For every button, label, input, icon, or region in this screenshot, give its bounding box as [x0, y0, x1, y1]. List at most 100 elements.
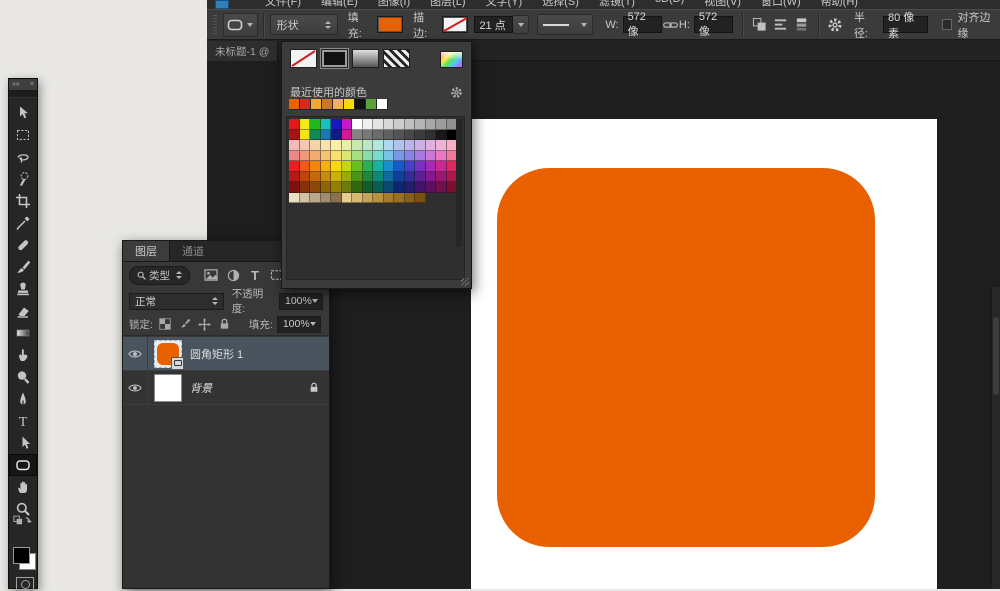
- color-swatch[interactable]: [300, 119, 311, 130]
- fill-type-gradient-button[interactable]: [352, 49, 379, 68]
- color-swatch[interactable]: [373, 182, 384, 193]
- color-swatch[interactable]: [321, 140, 332, 151]
- path-alignment-button[interactable]: [770, 14, 791, 36]
- color-swatch[interactable]: [310, 140, 321, 151]
- color-swatch[interactable]: [289, 172, 300, 183]
- color-swatch[interactable]: [415, 119, 426, 130]
- layer-visibility-eye-icon[interactable]: [123, 337, 148, 370]
- rectangular-marquee-tool[interactable]: [9, 124, 37, 146]
- color-swatch[interactable]: [342, 140, 353, 151]
- recent-color-swatch[interactable]: [289, 99, 300, 110]
- color-swatch[interactable]: [342, 182, 353, 193]
- recent-color-swatch[interactable]: [311, 99, 322, 110]
- color-swatch[interactable]: [300, 130, 311, 141]
- color-swatch[interactable]: [310, 130, 321, 141]
- color-swatch[interactable]: [405, 172, 416, 183]
- color-swatch[interactable]: [352, 151, 363, 162]
- color-swatch[interactable]: [384, 161, 395, 172]
- color-swatch[interactable]: [342, 172, 353, 183]
- color-swatch[interactable]: [310, 172, 321, 183]
- color-swatch[interactable]: [405, 140, 416, 151]
- color-swatch[interactable]: [436, 182, 447, 193]
- color-swatch[interactable]: [415, 151, 426, 162]
- menu-item[interactable]: 文字(Y): [486, 0, 523, 9]
- layer-thumbnail[interactable]: [154, 374, 182, 402]
- color-swatch[interactable]: [352, 193, 363, 204]
- color-swatch[interactable]: [342, 119, 353, 130]
- menu-item[interactable]: 窗口(W): [761, 0, 801, 9]
- smudge-tool[interactable]: [9, 344, 37, 366]
- color-swatch[interactable]: [289, 151, 300, 162]
- blend-mode-dropdown[interactable]: 正常: [129, 293, 224, 310]
- spot-healing-brush-tool[interactable]: [9, 234, 37, 256]
- brush-tool[interactable]: [9, 256, 37, 278]
- path-arrangement-button[interactable]: [791, 14, 812, 36]
- color-swatch[interactable]: [331, 119, 342, 130]
- color-swatch[interactable]: [310, 161, 321, 172]
- color-swatch[interactable]: [394, 161, 405, 172]
- close-panel-icon[interactable]: ×: [30, 81, 34, 88]
- color-swatch[interactable]: [415, 182, 426, 193]
- panel-resize-grip[interactable]: [461, 278, 469, 286]
- color-swatch[interactable]: [436, 172, 447, 183]
- filter-pixel-layers-icon[interactable]: [200, 264, 222, 286]
- color-swatch[interactable]: [363, 193, 374, 204]
- panel-settings-gear-icon[interactable]: [450, 86, 463, 99]
- color-swatch[interactable]: [384, 151, 395, 162]
- color-swatch[interactable]: [394, 130, 405, 141]
- color-swatch[interactable]: [373, 140, 384, 151]
- color-swatch[interactable]: [384, 130, 395, 141]
- recent-color-swatch[interactable]: [300, 99, 311, 110]
- lasso-tool[interactable]: [9, 146, 37, 168]
- panel-tab-channels[interactable]: 通道: [170, 241, 216, 261]
- color-swatch[interactable]: [373, 151, 384, 162]
- color-swatch[interactable]: [384, 172, 395, 183]
- vertical-scrollbar[interactable]: [991, 287, 1000, 589]
- color-swatch[interactable]: [436, 161, 447, 172]
- color-swatch[interactable]: [405, 193, 416, 204]
- recent-color-swatch[interactable]: [344, 99, 355, 110]
- color-swatch[interactable]: [394, 182, 405, 193]
- color-picker-rainbow-button[interactable]: [440, 51, 463, 68]
- color-swatch[interactable]: [426, 161, 437, 172]
- color-swatch[interactable]: [384, 182, 395, 193]
- color-swatch[interactable]: [363, 130, 374, 141]
- color-swatch[interactable]: [394, 140, 405, 151]
- color-swatch[interactable]: [321, 161, 332, 172]
- layer-thumbnail[interactable]: [154, 340, 182, 368]
- color-swatch[interactable]: [321, 172, 332, 183]
- color-swatch[interactable]: [405, 151, 416, 162]
- color-swatch[interactable]: [289, 119, 300, 130]
- color-swatch[interactable]: [373, 130, 384, 141]
- menu-item[interactable]: 视图(V): [704, 0, 741, 9]
- color-swatch[interactable]: [436, 119, 447, 130]
- color-swatch[interactable]: [352, 140, 363, 151]
- color-swatch[interactable]: [289, 130, 300, 141]
- color-swatch[interactable]: [321, 151, 332, 162]
- color-swatch[interactable]: [321, 119, 332, 130]
- color-swatch[interactable]: [321, 130, 332, 141]
- lock-transparent-pixels-icon[interactable]: [157, 316, 173, 332]
- lock-image-pixels-icon[interactable]: [177, 316, 193, 332]
- menu-item[interactable]: 3D(D): [655, 0, 684, 9]
- hand-tool[interactable]: [9, 476, 37, 498]
- color-swatch[interactable]: [426, 172, 437, 183]
- color-swatch[interactable]: [436, 151, 447, 162]
- foreground-background-colors[interactable]: [13, 547, 35, 571]
- color-swatch[interactable]: [331, 161, 342, 172]
- color-swatch[interactable]: [331, 182, 342, 193]
- filter-adjustment-layers-icon[interactable]: [222, 264, 244, 286]
- color-swatch[interactable]: [405, 161, 416, 172]
- color-swatch[interactable]: [331, 130, 342, 141]
- collapse-panel-icon[interactable]: ««: [12, 81, 20, 88]
- toolbar-grip[interactable]: [9, 91, 37, 98]
- color-swatch[interactable]: [342, 193, 353, 204]
- swatch-scrollbar[interactable]: [456, 119, 462, 247]
- color-swatch[interactable]: [373, 161, 384, 172]
- color-swatch[interactable]: [363, 140, 374, 151]
- color-swatch[interactable]: [331, 151, 342, 162]
- color-swatch[interactable]: [331, 193, 342, 204]
- type-tool[interactable]: T: [9, 410, 37, 432]
- color-swatch[interactable]: [342, 161, 353, 172]
- color-swatch[interactable]: [415, 193, 426, 204]
